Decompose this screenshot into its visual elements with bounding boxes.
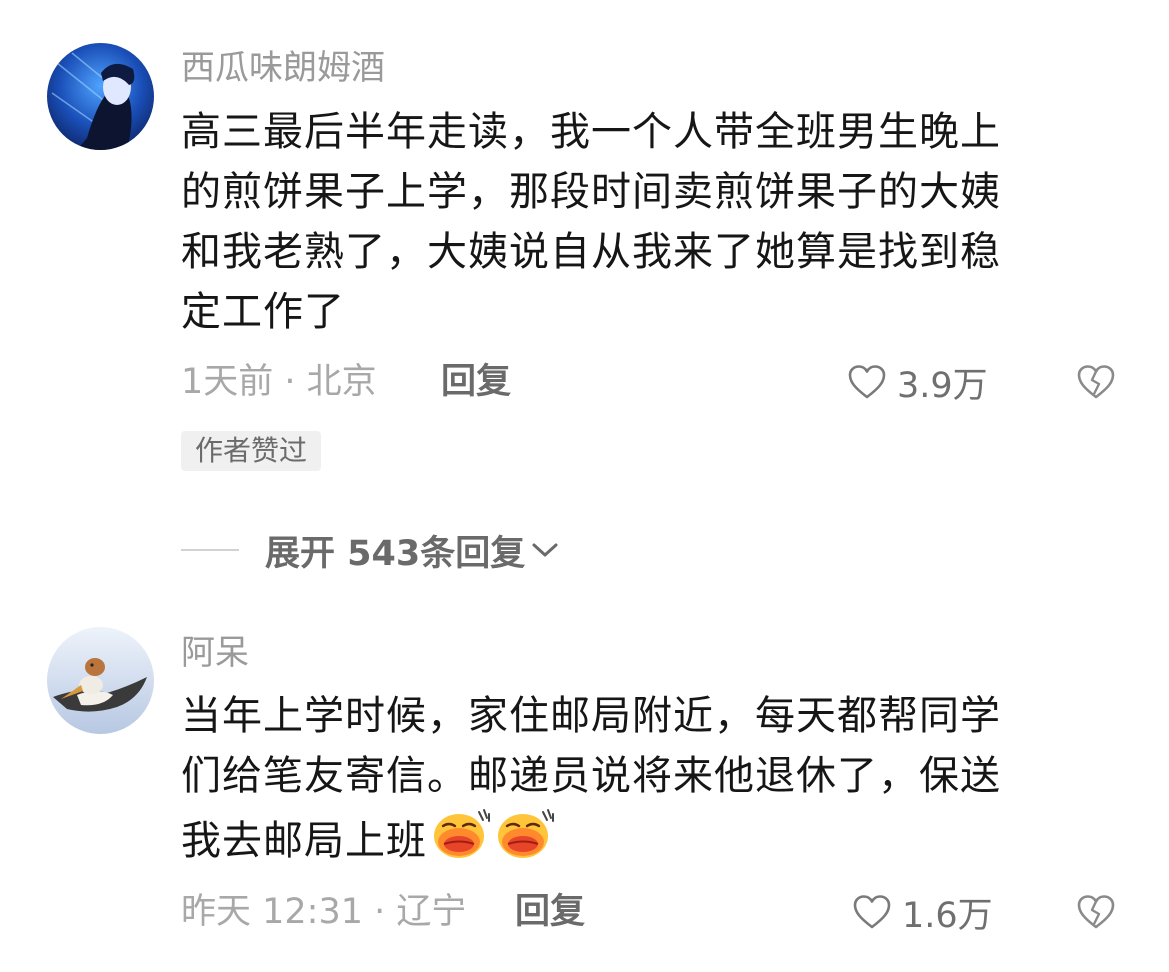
broken-heart-icon [1077,365,1115,399]
like-button[interactable]: 3.9万 [847,358,988,406]
comment-text-line-content: 我去邮局上班 [181,818,427,864]
like-count: 1.6万 [902,895,993,936]
dislike-button[interactable] [1076,364,1116,404]
avatar[interactable] [47,627,154,734]
comment-meta: 1天前 · 北京 [181,362,377,402]
kiss-emoji [495,806,555,879]
dislike-button[interactable] [1076,894,1116,934]
comment-text-line: 们给笔友寄信。邮递员说将来他退休了，保送 [181,753,1001,799]
comment-username[interactable]: 西瓜味朗姆酒 [181,48,385,88]
avatar[interactable] [47,43,154,150]
expand-replies-label: 展开 543条回复 [265,533,526,574]
reply-button[interactable]: 回复 [515,888,585,936]
reply-button[interactable]: 回复 [441,358,511,406]
heart-outline-icon [848,365,886,399]
kiss-emoji [431,806,491,879]
chevron-down-icon [532,543,558,557]
comment-text-line: 的煎饼果子上学，那段时间卖煎饼果子的大姨 [181,169,1001,215]
comment-text-line: 和我老熟了，大姨说自从我来了她算是找到稳 [181,229,1001,275]
like-count: 3.9万 [897,365,988,406]
like-button[interactable]: 1.6万 [852,888,993,936]
divider [181,549,239,551]
comment-text-line: 高三最后半年走读，我一个人带全班男生晚上 [181,109,1001,155]
comment-text-line: 当年上学时候，家住邮局附近，每天都帮同学 [181,693,1001,739]
broken-heart-icon [1077,895,1115,929]
comment-meta: 昨天 12:31 · 辽宁 [181,892,467,932]
comment-text: 当年上学时候，家住邮局附近，每天都帮同学 们给笔友寄信。邮递员说将来他退休了，保… [181,686,1101,879]
expand-replies-button[interactable]: 展开 543条回复 [181,525,559,575]
comment-text: 高三最后半年走读，我一个人带全班男生晚上 的煎饼果子上学，那段时间卖煎饼果子的大… [181,102,1101,342]
comment-text-line: 我去邮局上班 [181,806,1101,879]
author-liked-badge: 作者赞过 [181,431,322,471]
comment-text-line: 定工作了 [181,289,345,335]
heart-outline-icon [853,895,891,929]
comment-username[interactable]: 阿呆 [181,633,249,673]
